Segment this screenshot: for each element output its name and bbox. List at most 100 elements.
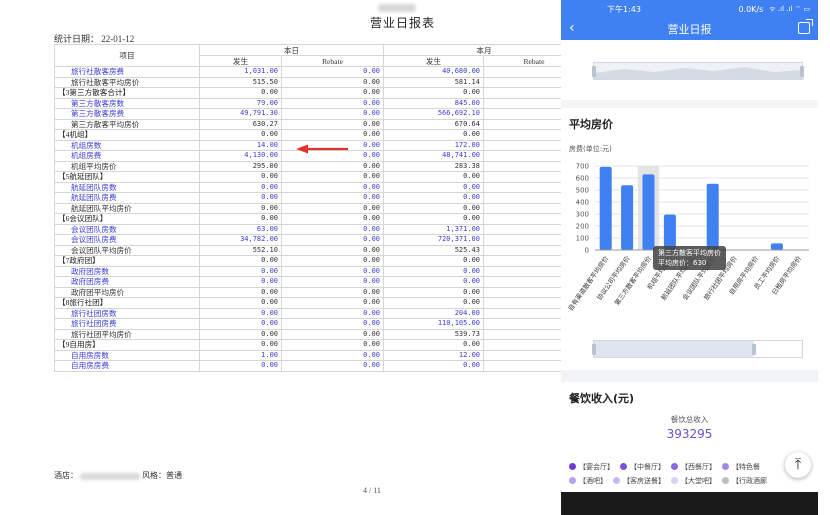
legend-item[interactable]: 【大堂吧】 (671, 474, 716, 488)
legend-dot-icon (569, 463, 576, 470)
row-item-label: 【8旅行社团】 (54, 297, 200, 309)
row-today-occurred[interactable]: 1.00 (199, 349, 282, 361)
row-item-label[interactable]: 旅行社团房数 (54, 307, 200, 319)
row-today-occurred[interactable]: 0.00 (199, 192, 282, 204)
row-today-occurred[interactable]: 79.00 (199, 97, 282, 109)
row-item-label[interactable]: 第三方散客房费 (54, 108, 200, 120)
row-item-label[interactable]: 会议团队房费 (54, 234, 200, 246)
row-item-label[interactable]: 机组房数 (54, 139, 200, 151)
back-chevron-icon[interactable]: ‹ (569, 20, 575, 36)
row-month-occurred[interactable]: 1,371.00 (383, 223, 484, 235)
row-item-label[interactable]: 第三方散客房数 (54, 97, 200, 109)
legend-label: 【宴会厅】 (579, 463, 614, 471)
row-month-occurred[interactable]: 48,741.00 (383, 150, 484, 162)
row-month-rebate: 0.00 (483, 97, 561, 109)
row-month-occurred[interactable]: 172.00 (383, 139, 484, 151)
row-today-rebate: 0.00 (281, 108, 384, 120)
table-row: 航延团队房数0.000.000.000.00 (54, 181, 561, 193)
bar[interactable] (663, 214, 676, 250)
row-item-label[interactable]: 会议团队房数 (54, 223, 200, 235)
row-today-occurred[interactable]: 0.00 (199, 265, 282, 277)
zoom-slider-bottom[interactable] (592, 340, 803, 358)
row-month-rebate: 0.00 (483, 139, 561, 151)
row-month-occurred[interactable]: 0.00 (383, 360, 484, 372)
row-today-occurred[interactable]: 0.00 (199, 307, 282, 319)
row-month-occurred[interactable]: 0.00 (383, 265, 484, 277)
nav-bar: ‹ 营业日报 (561, 18, 818, 40)
row-today-rebate: 0.00 (281, 297, 384, 309)
row-month-occurred[interactable]: 845.00 (383, 97, 484, 109)
row-item-label[interactable]: 自用房房费 (54, 360, 200, 372)
row-today-rebate: 0.00 (281, 171, 384, 183)
row-item-label[interactable]: 机组房费 (54, 150, 200, 162)
row-item-label[interactable]: 航延团队房数 (54, 181, 200, 193)
slider-handle-right[interactable] (800, 66, 804, 77)
row-item-label: 会议团队平均房价 (54, 244, 200, 256)
legend-item[interactable]: 【酒吧】 (569, 474, 607, 488)
slider-handle-left[interactable] (592, 344, 596, 355)
row-month-occurred[interactable]: 12.00 (383, 349, 484, 361)
row-month-occurred[interactable]: 40,680.00 (383, 66, 484, 78)
row-today-rebate: 0.00 (281, 349, 384, 361)
row-month-occurred[interactable]: 204.00 (383, 307, 484, 319)
legend-item[interactable]: 【客房送餐】 (613, 474, 665, 488)
x-tick-label: 自有渠道散客平均房价 (566, 254, 611, 313)
row-today-occurred[interactable]: 0.00 (199, 360, 282, 372)
row-today-occurred[interactable]: 14.00 (199, 139, 282, 151)
row-item-label[interactable]: 政府团房费 (54, 276, 200, 288)
row-today-rebate: 0.00 (281, 202, 384, 214)
bar[interactable] (770, 243, 783, 250)
row-today-occurred[interactable]: 0.00 (199, 276, 282, 288)
row-month-occurred[interactable]: 0.00 (383, 181, 484, 193)
header-month-rebate: Rebate (483, 55, 561, 67)
row-month-occurred[interactable]: 110,105.00 (383, 318, 484, 330)
row-today-occurred[interactable]: 63.00 (199, 223, 282, 235)
scroll-to-top-button[interactable]: ⤒ (785, 452, 811, 478)
share-icon[interactable] (798, 19, 813, 34)
legend-item[interactable]: 【西餐厅】 (671, 460, 716, 474)
row-month-occurred[interactable]: 720,371.00 (383, 234, 484, 246)
legend-item[interactable]: 【行政酒廊 (722, 474, 767, 488)
row-month-rebate: 0.00 (483, 223, 561, 235)
table-row: 政府团房数0.000.000.000.00 (54, 265, 561, 277)
row-month-occurred[interactable]: 0.00 (383, 276, 484, 288)
row-month-occurred: 539.73 (383, 328, 484, 340)
row-item-label[interactable]: 政府团房数 (54, 265, 200, 277)
y-tick-label: 400 (576, 199, 589, 207)
bar[interactable] (706, 183, 719, 250)
row-item-label: 【5航延团队】 (54, 171, 200, 183)
row-month-occurred[interactable]: 0.00 (383, 192, 484, 204)
legend-dot-icon (613, 477, 620, 484)
bar[interactable] (642, 174, 655, 250)
row-today-occurred: 0.00 (199, 339, 282, 351)
row-today-occurred[interactable]: 0.00 (199, 318, 282, 330)
row-item-label[interactable]: 自用房房数 (54, 349, 200, 361)
row-today-occurred[interactable]: 49,791.30 (199, 108, 282, 120)
table-row: 航延团队房费0.000.000.000.00 (54, 192, 561, 204)
legend-dot-icon (722, 463, 729, 470)
row-month-rebate: 0.00 (483, 255, 561, 267)
row-item-label: 【4机组】 (54, 129, 200, 141)
table-row: 【3第三方散客合计】0.000.000.000.00 (54, 87, 561, 99)
row-month-occurred[interactable]: 566,692.10 (383, 108, 484, 120)
row-today-occurred[interactable]: 34,782.00 (199, 234, 282, 246)
row-today-occurred[interactable]: 0.00 (199, 181, 282, 193)
slider-handle-right[interactable] (752, 344, 756, 355)
zoom-slider-top[interactable] (592, 62, 804, 80)
row-month-occurred: 0.00 (383, 255, 484, 267)
bar[interactable] (621, 185, 634, 250)
row-today-occurred[interactable]: 4,130.00 (199, 150, 282, 162)
header-today-occurred: 发生 (199, 55, 282, 67)
status-network-speed: 0.0K/s (738, 4, 764, 14)
legend-item[interactable]: 【宴会厅】 (569, 460, 614, 474)
red-arrow-annotation (296, 144, 348, 154)
row-today-occurred[interactable]: 1,031.00 (199, 66, 282, 78)
legend-item[interactable]: 【中餐厅】 (620, 460, 665, 474)
slider-handle-left[interactable] (592, 66, 596, 77)
row-today-rebate: 0.00 (281, 244, 384, 256)
bar[interactable] (599, 166, 612, 250)
row-item-label[interactable]: 旅行社团房费 (54, 318, 200, 330)
row-item-label[interactable]: 航延团队房费 (54, 192, 200, 204)
legend-item[interactable]: 【特色餐 (722, 460, 760, 474)
row-item-label[interactable]: 旅行社散客房费 (54, 66, 200, 78)
